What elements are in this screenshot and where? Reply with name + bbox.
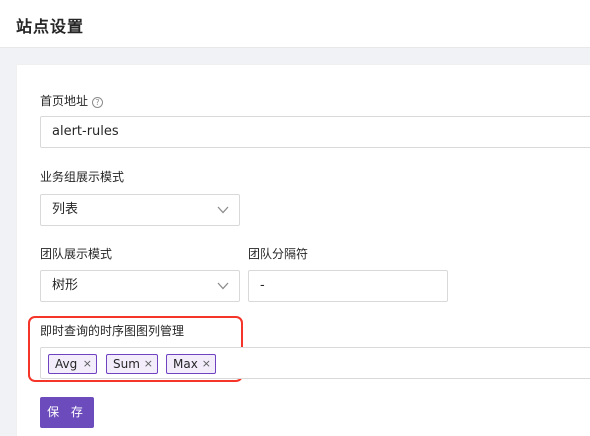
group-display-select[interactable]: 列表 [40, 194, 240, 226]
team-display-value: 树形 [52, 278, 79, 293]
question-circle-icon[interactable]: ? [92, 97, 104, 108]
close-icon[interactable]: × [202, 355, 211, 373]
close-icon[interactable]: × [83, 355, 92, 373]
group-display-label: 业务组展示模式 [40, 170, 125, 184]
save-button[interactable]: 保 存 [40, 397, 94, 428]
tag-label: Sum [113, 357, 140, 371]
tag-label: Max [173, 357, 198, 371]
tag-max: Max × [166, 354, 216, 374]
home-url-label: 首页地址? [40, 92, 104, 109]
team-display-label: 团队展示模式 [40, 247, 113, 261]
series-tags-select[interactable]: Avg × Sum × Max × [40, 347, 590, 379]
chevron-down-icon [217, 282, 229, 290]
home-url-label-text: 首页地址 [40, 94, 89, 108]
team-separator-input[interactable]: - [248, 270, 448, 302]
tag-sum: Sum × [106, 354, 158, 374]
home-url-input[interactable]: alert-rules [40, 116, 590, 148]
chevron-down-icon [217, 206, 229, 214]
page-header: 站点设置 [0, 0, 590, 48]
page-title: 站点设置 [16, 17, 85, 36]
close-icon[interactable]: × [144, 355, 153, 373]
team-display-select[interactable]: 树形 [40, 270, 240, 302]
group-display-value: 列表 [52, 202, 79, 217]
tag-avg: Avg × [48, 354, 97, 374]
tag-label: Avg [55, 357, 78, 371]
team-separator-label: 团队分隔符 [248, 247, 309, 261]
instant-query-label: 即时查询的时序图图列管理 [40, 324, 185, 338]
